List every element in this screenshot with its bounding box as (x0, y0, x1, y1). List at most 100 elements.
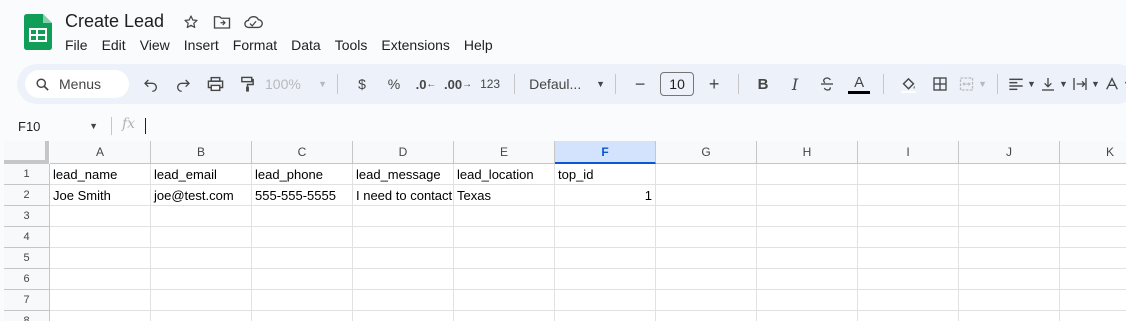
cell-k6[interactable] (1060, 269, 1126, 290)
cell-b3[interactable] (151, 206, 252, 227)
cell-i1[interactable] (858, 164, 959, 185)
cell-h4[interactable] (757, 227, 858, 248)
cell-b7[interactable] (151, 290, 252, 311)
cell-b6[interactable] (151, 269, 252, 290)
cell-c5[interactable] (252, 248, 353, 269)
cell-h3[interactable] (757, 206, 858, 227)
cell-f6[interactable] (555, 269, 656, 290)
row-header-1[interactable]: 1 (4, 164, 50, 185)
cell-j6[interactable] (959, 269, 1060, 290)
cell-g7[interactable] (656, 290, 757, 311)
menu-edit[interactable]: Edit (95, 35, 133, 55)
column-header-d[interactable]: D (353, 141, 454, 164)
cell-e8[interactable] (454, 311, 555, 321)
cloud-saved-icon[interactable] (242, 11, 264, 33)
cell-f3[interactable] (555, 206, 656, 227)
cell-j8[interactable] (959, 311, 1060, 321)
cell-f8[interactable] (555, 311, 656, 321)
menu-extensions[interactable]: Extensions (374, 35, 456, 55)
name-box[interactable]: F10 ▼ (18, 116, 102, 136)
cell-h5[interactable] (757, 248, 858, 269)
cell-k3[interactable] (1060, 206, 1126, 227)
cell-a2[interactable]: Joe Smith (50, 185, 151, 206)
cell-i2[interactable] (858, 185, 959, 206)
cell-g3[interactable] (656, 206, 757, 227)
cell-f5[interactable] (555, 248, 656, 269)
increase-decimal-button[interactable]: .00 → (444, 70, 472, 98)
cell-j7[interactable] (959, 290, 1060, 311)
horizontal-align-button[interactable]: ▼ (1008, 70, 1036, 98)
cell-a1[interactable]: lead_name (50, 164, 151, 185)
borders-button[interactable] (926, 70, 954, 98)
column-header-a[interactable]: A (50, 141, 151, 164)
cell-h2[interactable] (757, 185, 858, 206)
menu-file[interactable]: File (58, 35, 95, 55)
more-formats-button[interactable]: 123 (476, 70, 504, 98)
cell-f2[interactable]: 1 (555, 185, 656, 206)
cell-i3[interactable] (858, 206, 959, 227)
cell-c7[interactable] (252, 290, 353, 311)
zoom-select[interactable]: 100% ▼ (265, 70, 327, 98)
cell-k7[interactable] (1060, 290, 1126, 311)
column-header-g[interactable]: G (656, 141, 757, 164)
cell-h8[interactable] (757, 311, 858, 321)
cell-g5[interactable] (656, 248, 757, 269)
menu-data[interactable]: Data (284, 35, 328, 55)
bold-button[interactable]: B (749, 70, 777, 98)
menu-help[interactable]: Help (457, 35, 500, 55)
font-size-input[interactable]: 10 (660, 72, 695, 96)
cell-i6[interactable] (858, 269, 959, 290)
decrease-font-size-button[interactable]: − (626, 70, 654, 98)
cell-g8[interactable] (656, 311, 757, 321)
column-header-e[interactable]: E (454, 141, 555, 164)
cell-e1[interactable]: lead_location (454, 164, 555, 185)
column-header-b[interactable]: B (151, 141, 252, 164)
column-header-k[interactable]: K (1060, 141, 1126, 164)
merge-cells-button[interactable]: ▼ (958, 70, 987, 98)
italic-button[interactable]: I (781, 70, 809, 98)
row-header-3[interactable]: 3 (4, 206, 50, 227)
cell-a7[interactable] (50, 290, 151, 311)
cell-h1[interactable] (757, 164, 858, 185)
cell-i8[interactable] (858, 311, 959, 321)
text-rotation-button[interactable]: ▼ (1104, 70, 1126, 98)
undo-button[interactable] (137, 70, 165, 98)
cell-f7[interactable] (555, 290, 656, 311)
formula-input[interactable] (145, 118, 146, 134)
column-header-h[interactable]: H (757, 141, 858, 164)
cell-b1[interactable]: lead_email (151, 164, 252, 185)
cell-g1[interactable] (656, 164, 757, 185)
font-select[interactable]: Defaul... ▼ (525, 70, 605, 98)
cell-a5[interactable] (50, 248, 151, 269)
text-color-button[interactable]: A (845, 70, 873, 98)
cell-e5[interactable] (454, 248, 555, 269)
cell-c3[interactable] (252, 206, 353, 227)
cell-j5[interactable] (959, 248, 1060, 269)
column-header-f[interactable]: F (555, 141, 656, 164)
print-button[interactable] (201, 70, 229, 98)
cell-d1[interactable]: lead_message (353, 164, 454, 185)
menu-format[interactable]: Format (226, 35, 284, 55)
cell-d5[interactable] (353, 248, 454, 269)
cell-d3[interactable] (353, 206, 454, 227)
menu-view[interactable]: View (133, 35, 177, 55)
vertical-align-button[interactable]: ▼ (1040, 70, 1068, 98)
row-header-8[interactable]: 8 (4, 311, 50, 321)
cell-a8[interactable] (50, 311, 151, 321)
cell-j4[interactable] (959, 227, 1060, 248)
cell-j3[interactable] (959, 206, 1060, 227)
cell-i5[interactable] (858, 248, 959, 269)
row-header-2[interactable]: 2 (4, 185, 50, 206)
cell-c1[interactable]: lead_phone (252, 164, 353, 185)
cell-j1[interactable] (959, 164, 1060, 185)
cell-c2[interactable]: 555-555-5555 (252, 185, 353, 206)
cell-a6[interactable] (50, 269, 151, 290)
cell-a3[interactable] (50, 206, 151, 227)
sheets-logo-icon[interactable] (24, 14, 52, 50)
column-header-j[interactable]: J (959, 141, 1060, 164)
fill-color-button[interactable] (894, 70, 922, 98)
cell-d8[interactable] (353, 311, 454, 321)
decrease-decimal-button[interactable]: .0 ← (412, 70, 440, 98)
cell-b8[interactable] (151, 311, 252, 321)
cell-g4[interactable] (656, 227, 757, 248)
